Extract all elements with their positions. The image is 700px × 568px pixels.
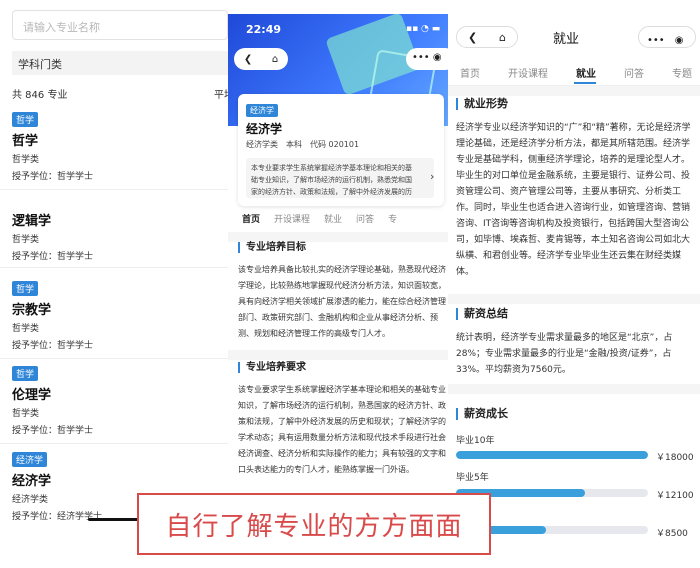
list-item[interactable]: 哲学 哲学 哲学类 授予学位：哲学学士 [0,112,240,190]
tab-home[interactable]: 首页 [242,204,260,232]
section-title: 专业培养要求 [238,362,306,373]
section-body: 经济学专业以经济学知识的“广”和“精”著称，无论是经济学理论基础，还是经济学分析… [456,123,691,277]
section-gap [448,294,700,304]
close-icon[interactable]: ◉ [675,35,684,46]
growth-label: 毕业10年 [456,436,495,446]
search-input[interactable]: 请输入专业名称 [12,10,228,40]
major-category: 哲学类 [12,155,40,165]
growth-bar [456,451,648,459]
growth-value: ￥12100 [656,491,694,501]
category-tag: 哲学 [12,366,39,381]
page-title: 就业 [553,32,580,47]
divider [0,443,240,444]
section-body: 该专业培养具备比较扎实的经济学理论基础，熟悉现代经济学理论，比较熟练地掌握现代经… [238,265,446,338]
major-list-screen: 请输入专业名称 学科门类 共 846 专业 平均 哲学 哲学 哲学类 授予学位：… [0,0,240,568]
section-gap [228,232,448,242]
tab-qa[interactable]: 问答 [624,58,644,87]
section-title: 就业形势 [456,98,508,110]
list-item[interactable]: 哲学 宗教学 哲学类 授予学位：哲学学士 [0,281,240,359]
home-icon[interactable]: ⌂ [272,54,278,65]
major-name: 伦理学 [12,388,52,403]
major-degree: 授予学位：哲学学士 [12,426,94,436]
tab-courses[interactable]: 开设课程 [508,58,548,87]
major-degree: 授予学位：哲学学士 [12,341,94,351]
divider [0,358,240,359]
major-description[interactable]: 本专业要求学生系统掌握经济学基本理论和相关的基础专业知识，了解市场经济的运行机制… [246,158,434,198]
list-item[interactable]: 逻辑学 哲学类 授予学位：哲学学士 [0,210,240,288]
nav-capsule: ❮ ⌂ [456,26,518,48]
growth-label: 毕业5年 [456,473,489,483]
major-degree: 授予学位：哲学学士 [12,252,94,262]
divider [0,267,240,268]
tab-home[interactable]: 首页 [460,58,480,87]
major-degree: 授予学位：哲学学士 [12,172,94,182]
section-gap [448,384,700,394]
list-item[interactable]: 哲学 伦理学 哲学类 授予学位：哲学学士 [0,366,240,444]
section-body: 统计表明，经济学专业需求量最多的地区是“北京”，占28%；专业需求量最多的行业是… [456,333,673,375]
status-time: 22:49 [246,23,282,36]
major-category: 哲学类 [12,324,40,334]
employment-tabs: 首页 开设课程 就业 问答 专题 [448,58,700,86]
category-tag: 经济学 [12,452,48,467]
category-filter[interactable]: 学科门类 [12,51,240,75]
more-icon[interactable]: ••• [412,52,430,63]
close-icon[interactable]: ◉ [433,52,442,63]
section-gap [228,350,448,360]
tab-topics[interactable]: 专题 [672,58,692,87]
divider [0,189,240,190]
major-name: 经济学 [12,474,52,489]
growth-value: ￥8500 [656,529,688,539]
home-icon[interactable]: ⌂ [499,31,506,44]
section-body: 该专业要求学生系统掌握经济学基本理论和相关的基础专业知识，了解市场经济的运行机制… [238,385,446,474]
major-summary-card: 经济学 经济学 经济学类 本科 代码 020101 本专业要求学生系统掌握经济学… [238,94,444,206]
caption-banner: 自行了解专业的方方面面 [137,493,491,555]
section-gap [448,86,700,96]
major-detail-screen: 22:49 ▪▪ ◔ ▬ ❮ ⌂ ••• ◉ 经济学 经济学 经济学类 本科 代… [228,14,448,568]
nav-capsule: ❮ ⌂ [234,48,288,70]
back-icon[interactable]: ❮ [468,31,477,44]
category-tag: 哲学 [12,112,39,127]
section-title: 薪资总结 [456,308,508,320]
major-meta: 经济学类 本科 代码 020101 [246,140,360,149]
major-category: 经济学类 [12,495,49,505]
growth-value: ￥18000 [656,453,694,463]
major-name: 逻辑学 [12,214,52,229]
detail-tabs: 首页 开设课程 就业 问答 专 [228,204,448,232]
category-tag: 经济学 [246,104,278,117]
more-menu-capsule[interactable]: ••• ◉ [406,48,448,70]
active-tab-indicator [574,82,596,84]
back-icon[interactable]: ❮ [244,54,252,65]
major-name: 经济学 [246,122,283,136]
section-title: 专业培养目标 [238,242,306,253]
section-title: 薪资成长 [456,408,508,420]
more-menu-capsule[interactable]: ••• ◉ [638,26,696,48]
major-category: 哲学类 [12,409,40,419]
tab-courses[interactable]: 开设课程 [274,204,310,232]
tab-qa[interactable]: 问答 [356,204,374,232]
major-count: 共 846 专业 [12,90,68,101]
employment-screen: ❮ ⌂ 就业 ••• ◉ 首页 开设课程 就业 问答 专题 就业形势 经济学专业… [448,14,700,568]
signal-battery-icon: ▪▪ ◔ ▬ [406,24,441,34]
tab-employment[interactable]: 就业 [324,204,342,232]
more-icon[interactable]: ••• [647,35,665,46]
major-name: 宗教学 [12,303,52,318]
growth-bar-fill [456,451,648,459]
category-tag: 哲学 [12,281,39,296]
chevron-right-icon[interactable]: › [430,170,434,183]
major-category: 哲学类 [12,235,40,245]
tab-topics[interactable]: 专 [388,204,397,232]
major-name: 哲学 [12,134,39,149]
